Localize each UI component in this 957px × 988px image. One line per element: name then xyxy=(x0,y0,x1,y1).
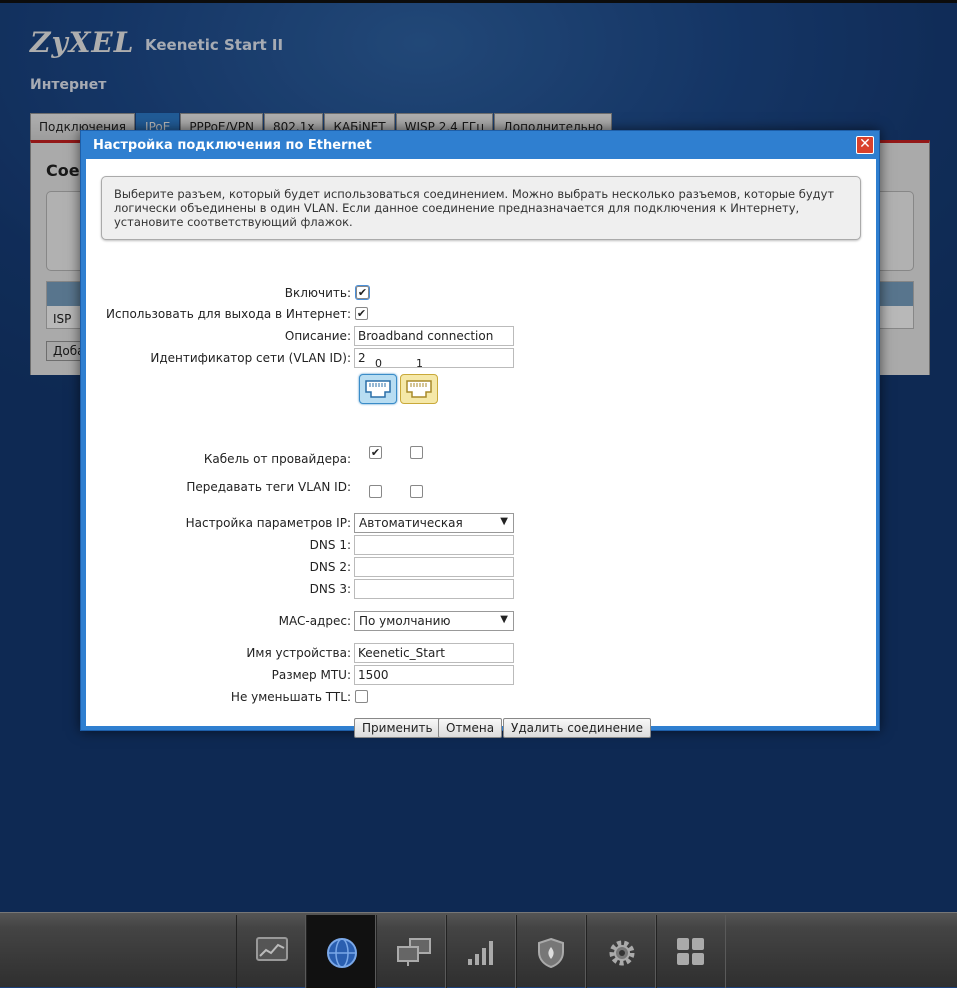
vlan-tags-label: Передавать теги VLAN ID: xyxy=(186,480,351,494)
taskbar-item-security[interactable] xyxy=(516,915,586,988)
ip-settings-value: Автоматическая xyxy=(359,516,463,530)
vlan-id-label: Идентификатор сети (VLAN ID): xyxy=(150,351,351,365)
no-ttl-decrement-checkbox[interactable] xyxy=(355,690,368,703)
dns2-label: DNS 2: xyxy=(309,560,351,574)
dns2-input[interactable] xyxy=(354,557,514,577)
mac-select[interactable]: По умолчанию ▼ xyxy=(354,611,514,631)
network-computers-icon xyxy=(397,938,431,966)
no-ttl-decrement-label: Не уменьшать TTL: xyxy=(230,690,351,704)
chevron-down-icon: ▼ xyxy=(500,516,508,527)
dns1-label: DNS 1: xyxy=(309,538,351,552)
ip-settings-label: Настройка параметров IP: xyxy=(185,516,351,530)
signal-bars-icon xyxy=(468,941,493,965)
description-input[interactable] xyxy=(354,326,514,346)
isp-cable-port-1-checkbox[interactable] xyxy=(410,446,423,459)
shield-icon xyxy=(538,937,564,969)
taskbar-item-system[interactable] xyxy=(586,915,656,988)
dns1-input[interactable] xyxy=(354,535,514,555)
dns3-label: DNS 3: xyxy=(309,582,351,596)
isp-cable-label: Кабель от провайдера: xyxy=(203,452,351,466)
mac-value: По умолчанию xyxy=(359,614,451,628)
taskbar-item-home-network[interactable] xyxy=(376,915,446,988)
port-0-number: 0 xyxy=(375,357,382,370)
close-icon[interactable]: ✕ xyxy=(856,136,874,154)
device-name-label: Имя устройства: xyxy=(246,646,351,660)
enable-label: Включить: xyxy=(284,286,351,300)
taskbar-item-monitor[interactable] xyxy=(236,915,306,988)
ethernet-settings-dialog: Настройка подключения по Ethernet ✕ Выбе… xyxy=(80,130,880,738)
delete-connection-button[interactable]: Удалить соединение xyxy=(503,718,651,738)
vlan-tags-port-0-checkbox[interactable] xyxy=(369,485,382,498)
ip-settings-select[interactable]: Автоматическая ▼ xyxy=(354,513,514,533)
gear-icon xyxy=(609,940,635,966)
ethernet-port-1-icon[interactable] xyxy=(400,374,438,404)
ethernet-port-0-icon[interactable] xyxy=(359,374,397,404)
enable-checkbox[interactable]: ✔ xyxy=(355,285,370,300)
dialog-titlebar: Настройка подключения по Ethernet ✕ xyxy=(86,131,874,159)
chevron-down-icon: ▼ xyxy=(500,614,508,625)
taskbar-item-wifi[interactable] xyxy=(446,915,516,988)
globe-icon xyxy=(327,938,357,968)
apps-grid-icon xyxy=(677,938,704,965)
use-for-internet-checkbox[interactable]: ✔ xyxy=(355,307,368,320)
monitor-chart-icon xyxy=(256,937,288,961)
info-box: Выберите разъем, который будет использов… xyxy=(101,176,861,240)
cancel-button[interactable]: Отмена xyxy=(438,718,503,738)
isp-cable-port-0-checkbox[interactable]: ✔ xyxy=(369,446,382,459)
dialog-body: Выберите разъем, который будет использов… xyxy=(86,159,876,738)
apply-button[interactable]: Применить xyxy=(354,718,441,738)
mtu-input[interactable] xyxy=(354,665,514,685)
use-for-internet-label: Использовать для выхода в Интернет: xyxy=(106,307,351,321)
taskbar xyxy=(0,912,957,988)
dns3-input[interactable] xyxy=(354,579,514,599)
taskbar-item-apps[interactable] xyxy=(656,915,726,988)
mtu-label: Размер MTU: xyxy=(271,668,351,682)
vlan-tags-port-1-checkbox[interactable] xyxy=(410,485,423,498)
taskbar-item-internet[interactable] xyxy=(306,915,376,988)
description-label: Описание: xyxy=(284,329,351,343)
mac-label: MAC-адрес: xyxy=(278,614,351,628)
device-name-input[interactable] xyxy=(354,643,514,663)
dialog-title: Настройка подключения по Ethernet xyxy=(93,138,372,153)
port-1-number: 1 xyxy=(416,357,423,370)
